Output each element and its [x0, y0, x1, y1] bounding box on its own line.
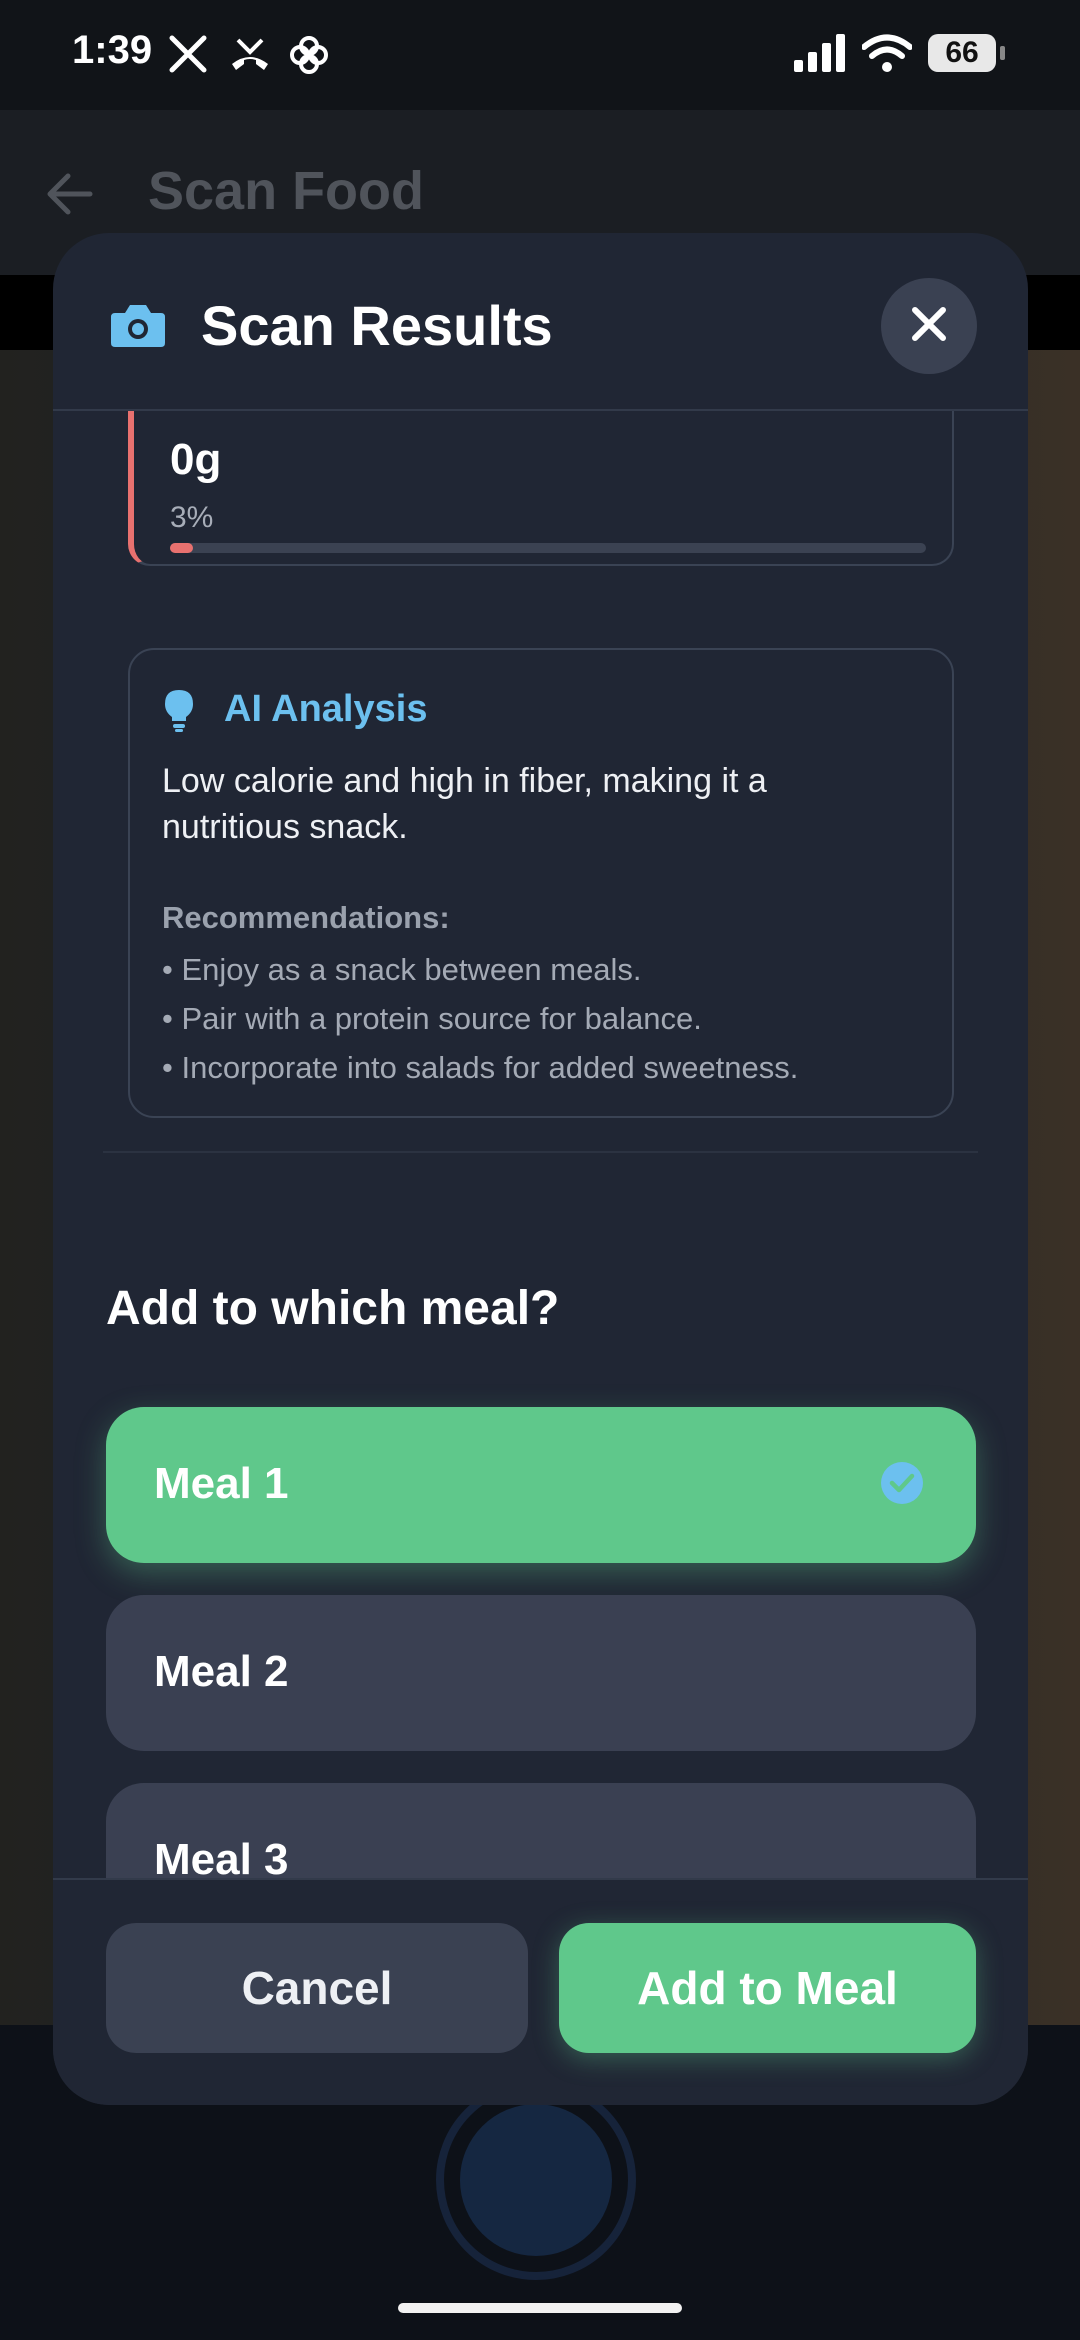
cellular-signal-icon: [794, 34, 846, 77]
add-to-meal-button[interactable]: Add to Meal: [559, 1923, 976, 2053]
wifi-icon: [861, 34, 913, 77]
battery-tip: [1000, 46, 1005, 60]
meal-option-2[interactable]: Meal 2: [106, 1595, 976, 1751]
background-page-title: Scan Food: [148, 161, 425, 221]
missed-call-icon: [228, 34, 272, 79]
recommendations-title: Recommendations:: [162, 900, 450, 935]
close-icon: [909, 304, 949, 349]
ai-analysis-card: AI Analysis Low calorie and high in fibe…: [128, 648, 954, 1118]
nutrient-card: 0g 3%: [128, 411, 954, 566]
back-arrow-icon[interactable]: [44, 168, 96, 225]
status-time: 1:39: [72, 28, 153, 72]
recommendation-item: • Incorporate into salads for added swee…: [162, 1050, 799, 1085]
recommendation-item: • Pair with a protein source for balance…: [162, 1001, 702, 1036]
meal-option-label: Meal 3: [154, 1835, 289, 1878]
recommendation-item: • Enjoy as a snack between meals.: [162, 952, 642, 987]
ai-analysis-title: AI Analysis: [224, 688, 428, 730]
home-indicator: [398, 2303, 682, 2313]
meal-option-label: Meal 1: [154, 1459, 289, 1508]
scan-results-modal: Scan Results 0g 3% AI Analysis Low calor…: [53, 233, 1028, 2105]
meal-option-3[interactable]: Meal 3: [106, 1783, 976, 1878]
cancel-button[interactable]: Cancel: [106, 1923, 528, 2053]
modal-title: Scan Results: [201, 294, 553, 357]
status-bar: 1:39 66: [0, 0, 1080, 110]
battery-icon: 66: [928, 34, 996, 72]
nutrient-value: 0g: [170, 435, 222, 484]
camera-icon: [109, 301, 167, 354]
meal-option-1[interactable]: Meal 1: [106, 1407, 976, 1563]
nutrient-percent: 3%: [170, 501, 214, 534]
pinwheel-icon: [288, 34, 330, 81]
ai-analysis-summary: Low calorie and high in fiber, making it…: [162, 762, 767, 846]
modal-header: Scan Results: [53, 233, 1028, 411]
shutter-button-inner: [460, 2104, 612, 2256]
meal-question: Add to which meal?: [106, 1282, 560, 1335]
meal-option-label: Meal 2: [154, 1647, 289, 1696]
lightbulb-icon: [162, 688, 196, 737]
nutrient-progress-fill: [170, 543, 193, 553]
section-divider: [103, 1151, 978, 1153]
check-circle-icon: [880, 1461, 924, 1510]
x-logo-icon: [168, 34, 208, 79]
close-button[interactable]: [881, 278, 977, 374]
nutrient-progress-bar: [170, 543, 926, 553]
modal-scroll-content[interactable]: 0g 3% AI Analysis Low calorie and high i…: [53, 411, 1028, 1878]
modal-footer: Cancel Add to Meal: [53, 1878, 1028, 2105]
